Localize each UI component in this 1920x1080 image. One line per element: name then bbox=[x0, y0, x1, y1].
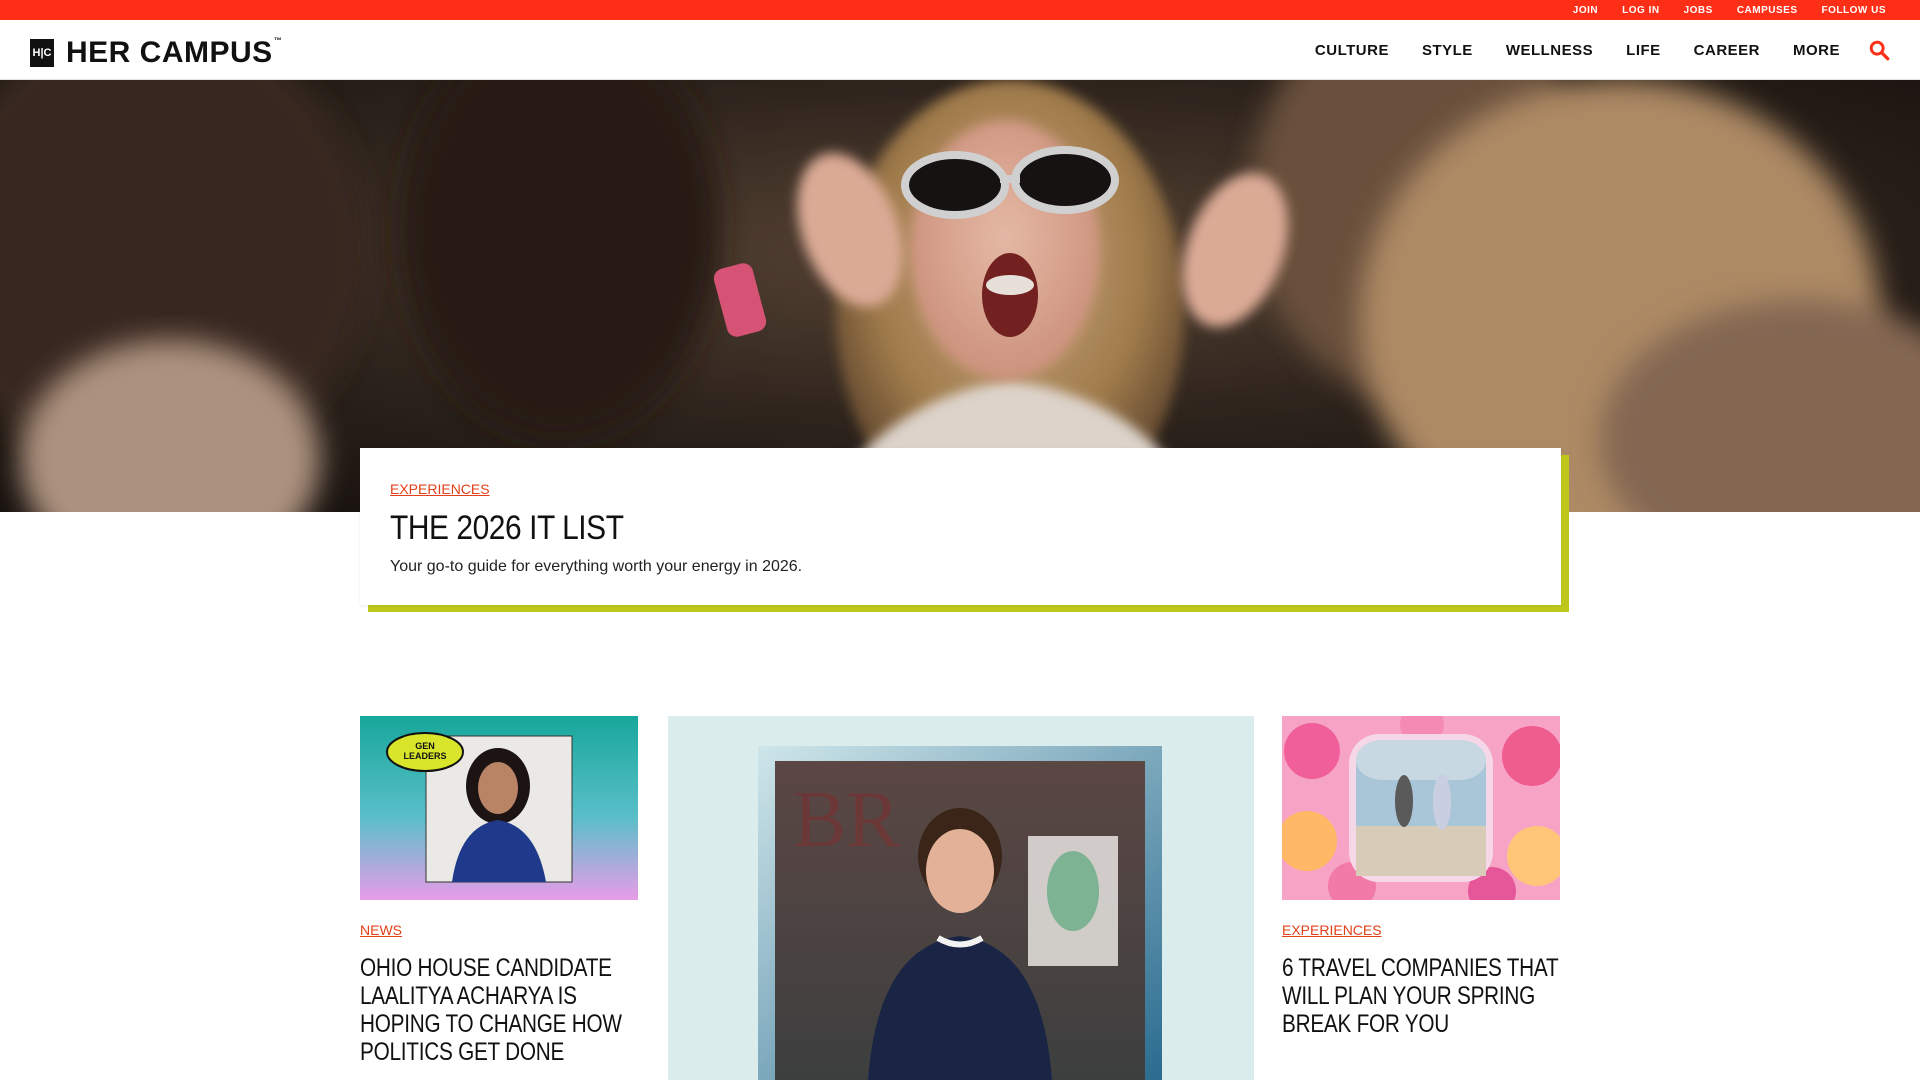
site-logo[interactable]: H|C HER CAMPUS™ bbox=[30, 36, 282, 70]
login-link[interactable]: LOG IN bbox=[1622, 5, 1659, 16]
svg-text:BR: BR bbox=[793, 776, 900, 864]
article-thumbnail[interactable] bbox=[1282, 716, 1560, 900]
article-image: GEN LEADERS bbox=[360, 716, 638, 900]
article-headline[interactable]: 6 TRAVEL COMPANIES THAT WILL PLAN YOUR S… bbox=[1282, 954, 1564, 1038]
article-headline[interactable]: OHIO HOUSE CANDIDATE LAALITYA ACHARYA IS… bbox=[360, 954, 642, 1066]
search-icon[interactable] bbox=[1868, 39, 1890, 61]
nav-more[interactable]: MORE bbox=[1793, 42, 1840, 59]
article-thumbnail[interactable]: GEN LEADERS bbox=[360, 716, 638, 900]
article-card: GEN LEADERS NEWS OHIO HOUSE CANDIDATE LA… bbox=[360, 716, 638, 1066]
utility-nav: JOIN LOG IN JOBS CAMPUSES FOLLOW US bbox=[1573, 0, 1886, 20]
follow-us-link[interactable]: FOLLOW US bbox=[1822, 5, 1887, 16]
site-header: H|C HER CAMPUS™ CULTURE STYLE WELLNESS L… bbox=[0, 20, 1920, 80]
article-card: EXPERIENCES 6 TRAVEL COMPANIES THAT WILL… bbox=[1282, 716, 1560, 1038]
logo-wordmark: HER CAMPUS™ bbox=[66, 36, 283, 69]
logo-mark-icon: H|C bbox=[30, 39, 54, 67]
gen-leaders-badge: GEN bbox=[415, 741, 435, 751]
feature-title[interactable]: THE 2026 IT LIST bbox=[390, 509, 1394, 548]
nav-culture[interactable]: CULTURE bbox=[1315, 42, 1389, 59]
feature-card[interactable]: EXPERIENCES THE 2026 IT LIST Your go-to … bbox=[360, 448, 1561, 605]
nav-career[interactable]: CAREER bbox=[1694, 42, 1760, 59]
nav-life[interactable]: LIFE bbox=[1626, 42, 1661, 59]
article-category-link[interactable]: NEWS bbox=[360, 922, 402, 938]
svg-text:LEADERS: LEADERS bbox=[403, 751, 446, 761]
utility-bar: JOIN LOG IN JOBS CAMPUSES FOLLOW US bbox=[0, 0, 1920, 20]
article-category-link[interactable]: EXPERIENCES bbox=[1282, 922, 1382, 938]
article-thumbnail[interactable]: BR bbox=[668, 716, 1254, 1080]
nav-wellness[interactable]: WELLNESS bbox=[1506, 42, 1593, 59]
article-image bbox=[1282, 716, 1560, 900]
jobs-link[interactable]: JOBS bbox=[1684, 5, 1713, 16]
nav-style[interactable]: STYLE bbox=[1422, 42, 1473, 59]
main-nav: CULTURE STYLE WELLNESS LIFE CAREER MORE bbox=[1315, 20, 1840, 80]
feature-category-link[interactable]: EXPERIENCES bbox=[390, 481, 490, 497]
join-link[interactable]: JOIN bbox=[1573, 5, 1598, 16]
article-card: BR bbox=[668, 716, 1254, 1080]
article-image: BR bbox=[668, 716, 1254, 1080]
campuses-link[interactable]: CAMPUSES bbox=[1737, 5, 1798, 16]
feature-dek: Your go-to guide for everything worth yo… bbox=[390, 558, 803, 575]
